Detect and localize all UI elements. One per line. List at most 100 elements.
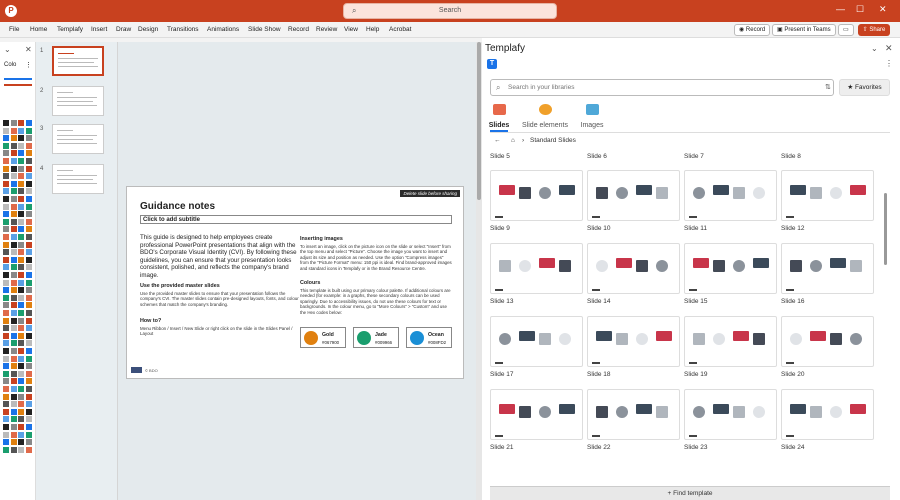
color-swatch[interactable] <box>18 310 24 316</box>
color-swatch[interactable] <box>10 264 17 271</box>
slide-thumbnail[interactable] <box>52 124 104 154</box>
color-swatch[interactable] <box>3 408 9 415</box>
color-swatch[interactable] <box>18 325 24 332</box>
template-card[interactable] <box>587 243 680 294</box>
color-swatch[interactable] <box>18 120 24 126</box>
color-swatch[interactable] <box>10 226 17 233</box>
color-swatch[interactable] <box>18 439 24 446</box>
color-swatch[interactable] <box>18 249 24 256</box>
color-swatch[interactable] <box>18 188 24 195</box>
color-swatch[interactable] <box>18 446 24 453</box>
color-swatch[interactable] <box>25 287 32 294</box>
menu-help[interactable]: Help <box>366 26 379 33</box>
color-swatch[interactable] <box>10 378 17 385</box>
color-swatch[interactable] <box>25 401 32 408</box>
color-swatch[interactable] <box>10 393 17 400</box>
color-swatch[interactable] <box>18 135 24 142</box>
color-swatch[interactable] <box>25 294 32 301</box>
color-swatch[interactable] <box>18 150 24 157</box>
color-swatch[interactable] <box>25 249 32 256</box>
color-swatch[interactable] <box>25 142 32 149</box>
color-swatch[interactable] <box>10 279 17 286</box>
color-swatch[interactable] <box>10 249 17 256</box>
color-swatch[interactable] <box>25 340 32 347</box>
grid-scrollbar[interactable] <box>882 150 890 478</box>
color-swatch[interactable] <box>10 180 17 187</box>
color-swatch[interactable] <box>3 165 9 172</box>
color-swatch[interactable] <box>18 203 24 210</box>
find-template-button[interactable]: + Find template <box>490 486 890 500</box>
color-swatch[interactable] <box>10 211 17 218</box>
color-swatch[interactable] <box>25 355 32 362</box>
color-swatch[interactable] <box>10 310 17 316</box>
menu-file[interactable]: File <box>9 26 19 33</box>
color-swatch[interactable] <box>25 363 32 370</box>
color-swatch[interactable] <box>25 272 32 278</box>
color-swatch[interactable] <box>10 218 17 225</box>
color-swatch[interactable] <box>10 431 17 438</box>
color-swatch[interactable] <box>25 348 32 354</box>
slide-thumbnail[interactable] <box>52 46 104 76</box>
color-swatch[interactable] <box>18 370 24 377</box>
color-swatch[interactable] <box>10 203 17 210</box>
color-swatch[interactable] <box>3 211 9 218</box>
template-card[interactable] <box>781 243 874 294</box>
color-swatch[interactable] <box>10 272 17 278</box>
color-swatch[interactable] <box>3 370 9 377</box>
color-swatch[interactable] <box>25 226 32 233</box>
color-swatch[interactable] <box>25 416 32 423</box>
color-swatch[interactable] <box>10 348 17 354</box>
color-swatch[interactable] <box>25 439 32 446</box>
template-card[interactable] <box>587 389 680 440</box>
color-swatch[interactable] <box>10 416 17 423</box>
color-swatch[interactable] <box>3 188 9 195</box>
color-swatch[interactable] <box>3 287 9 294</box>
color-swatch[interactable] <box>10 424 17 430</box>
color-swatch[interactable] <box>18 340 24 347</box>
color-swatch[interactable] <box>25 325 32 332</box>
color-swatch[interactable] <box>3 279 9 286</box>
color-swatch[interactable] <box>18 272 24 278</box>
close-panel-icon[interactable]: ✕ <box>25 45 32 54</box>
color-swatch[interactable] <box>25 310 32 316</box>
color-swatch[interactable] <box>10 408 17 415</box>
chevron-down-icon[interactable]: ⌄ <box>4 45 11 54</box>
color-swatch[interactable] <box>25 370 32 377</box>
color-swatch[interactable] <box>10 332 17 339</box>
color-swatch[interactable] <box>18 302 24 309</box>
color-swatch[interactable] <box>10 165 17 172</box>
color-swatch[interactable] <box>25 135 32 142</box>
color-swatch[interactable] <box>10 386 17 392</box>
menu-slide-show[interactable]: Slide Show <box>248 26 281 33</box>
library-search-input[interactable] <box>508 82 808 93</box>
menu-draw[interactable]: Draw <box>116 26 131 33</box>
color-swatch[interactable] <box>18 416 24 423</box>
color-swatch[interactable] <box>10 256 17 263</box>
color-swatch[interactable] <box>25 386 32 392</box>
color-swatch[interactable] <box>10 142 17 149</box>
template-card[interactable] <box>781 170 874 221</box>
menu-design[interactable]: Design <box>138 26 158 33</box>
template-card[interactable] <box>587 316 680 367</box>
more-icon[interactable]: ⋮ <box>25 61 32 69</box>
color-swatch[interactable] <box>18 180 24 187</box>
slide-canvas[interactable]: Delete slide before sharing Guidance not… <box>126 186 464 379</box>
color-swatch[interactable] <box>25 408 32 415</box>
color-swatch[interactable] <box>25 120 32 126</box>
minimize-icon[interactable]: — <box>836 4 845 14</box>
slide-thumbnail[interactable] <box>52 86 104 116</box>
present-in-teams-button[interactable]: ▣ Present in Teams <box>772 24 836 36</box>
color-swatch[interactable] <box>18 218 24 225</box>
color-swatch[interactable] <box>3 120 9 126</box>
color-swatch[interactable] <box>10 355 17 362</box>
color-swatch[interactable] <box>18 386 24 392</box>
color-swatch[interactable] <box>25 424 32 430</box>
color-swatch[interactable] <box>18 363 24 370</box>
tab-images[interactable]: Images <box>567 104 617 129</box>
color-swatch[interactable] <box>3 317 9 324</box>
color-swatch[interactable] <box>18 408 24 415</box>
template-card[interactable] <box>490 389 583 440</box>
color-swatch[interactable] <box>25 196 32 202</box>
color-swatch[interactable] <box>3 446 9 453</box>
color-swatch[interactable] <box>10 127 17 134</box>
